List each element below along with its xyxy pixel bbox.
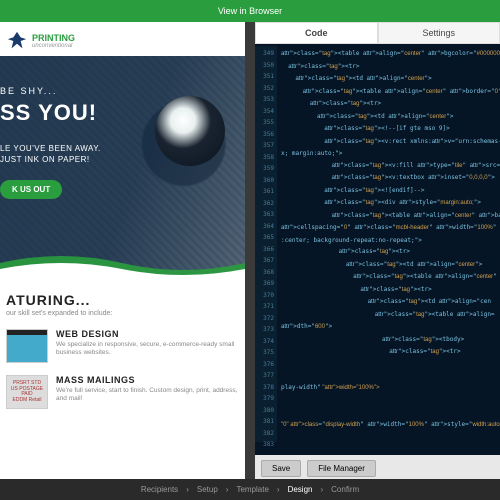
- featuring-section: ATURING... our skill set's expanded to i…: [0, 276, 245, 419]
- breadcrumb-step[interactable]: Design: [288, 485, 313, 494]
- feature-title: WEB DESIGN: [56, 329, 239, 339]
- logo-line1: PRINTING: [32, 34, 75, 43]
- hero-sub1: LE YOU'VE BEEN AWAY.: [0, 144, 245, 153]
- breadcrumb: Recipients›Setup›Template›Design›Confirm: [0, 479, 500, 500]
- thumb-mail: PRSRT STD US POSTAGE PAID EDDM Retail: [6, 375, 48, 409]
- code-editor[interactable]: attr">class="tag"><table attr">align="ce…: [277, 46, 500, 442]
- wave-divider: [0, 249, 245, 276]
- line-gutter: 349 350 351 352 353 354 355 356 357 358 …: [255, 46, 277, 442]
- leaf-icon: [6, 30, 28, 52]
- tab-settings[interactable]: Settings: [378, 22, 500, 44]
- breadcrumb-step[interactable]: Recipients: [141, 485, 178, 494]
- hero: BE SHY... SS YOU! LE YOU'VE BEEN AWAY. J…: [0, 56, 245, 276]
- hero-headline: SS YOU!: [0, 100, 245, 126]
- hero-sub2: JUST INK ON PAPER!: [0, 155, 245, 164]
- logo: PRINTING unconventional: [0, 22, 245, 56]
- code-panel: Code Settings 349 350 351 352 353 354 35…: [255, 22, 500, 482]
- feature-title: MASS MAILINGS: [56, 375, 239, 385]
- breadcrumb-step[interactable]: Setup: [197, 485, 218, 494]
- view-in-browser-link[interactable]: View in Browser: [0, 0, 500, 22]
- feature-desc: We're full service, start to finish. Cus…: [56, 387, 239, 404]
- tab-code[interactable]: Code: [255, 22, 378, 44]
- hero-shy: BE SHY...: [0, 86, 245, 96]
- breadcrumb-step[interactable]: Template: [236, 485, 268, 494]
- file-manager-button[interactable]: File Manager: [307, 460, 376, 477]
- save-button[interactable]: Save: [261, 460, 301, 477]
- bottom-toolbar: Save File Manager: [255, 455, 500, 482]
- email-preview: PRINTING unconventional BE SHY... SS YOU…: [0, 22, 245, 482]
- breadcrumb-step[interactable]: Confirm: [331, 485, 359, 494]
- feature-item: WEB DESIGN We specialize in responsive, …: [6, 329, 239, 363]
- featuring-tagline: our skill set's expanded to include:: [6, 310, 239, 317]
- main-area: PRINTING unconventional BE SHY... SS YOU…: [0, 22, 500, 482]
- logo-line2: unconventional: [32, 43, 75, 49]
- tabs: Code Settings: [255, 22, 500, 44]
- featuring-heading: ATURING...: [6, 292, 239, 308]
- thumb-web: [6, 329, 48, 363]
- cta-button[interactable]: K US OUT: [0, 180, 62, 199]
- feature-item: PRSRT STD US POSTAGE PAID EDDM Retail MA…: [6, 375, 239, 409]
- feature-desc: We specialize in responsive, secure, e-c…: [56, 341, 239, 358]
